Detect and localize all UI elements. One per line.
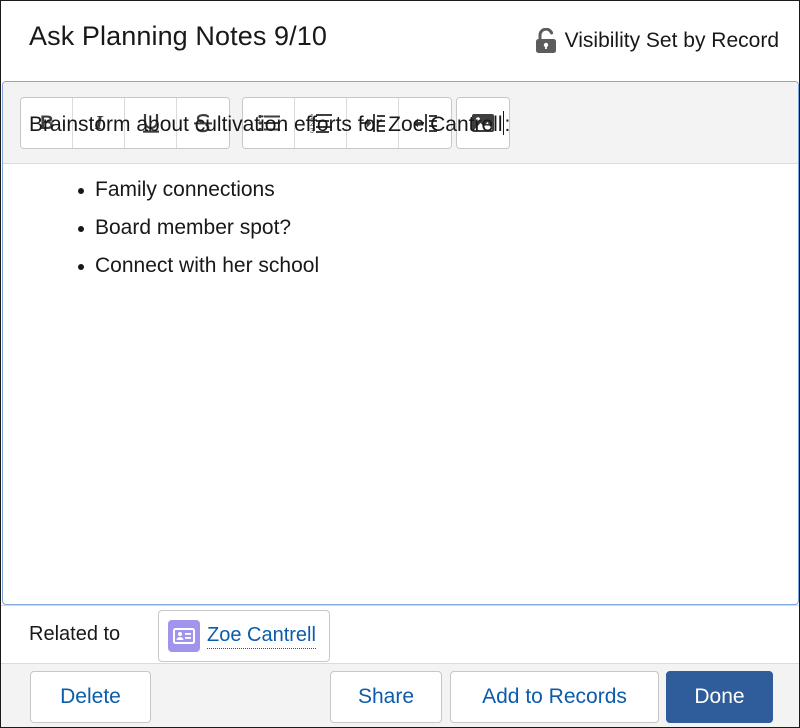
list-item: Connect with her school [78, 253, 769, 291]
visibility-indicator: Visibility Set by Record [535, 28, 779, 54]
add-to-records-button[interactable]: Add to Records [450, 671, 659, 723]
list-item: Board member spot? [78, 215, 769, 253]
share-button[interactable]: Share [330, 671, 442, 723]
related-to-label: Related to [29, 623, 121, 645]
related-record-pill[interactable]: Zoe Cantrell [158, 610, 330, 662]
related-to-bar: Related to Zoe Cantrell [1, 605, 799, 663]
visibility-label: Visibility Set by Record [564, 29, 779, 52]
text-cursor [502, 111, 504, 135]
note-paragraph: Brainstorm about cultivation efforts for… [29, 111, 769, 137]
paragraph-end: : [504, 113, 511, 136]
note-body[interactable]: Brainstorm about cultivation efforts for… [29, 111, 769, 291]
note-composer-window: Ask Planning Notes 9/10 Visibility Set b… [0, 0, 800, 728]
note-title[interactable]: Ask Planning Notes 9/10 [29, 21, 327, 52]
composer-header: Ask Planning Notes 9/10 Visibility Set b… [1, 1, 799, 81]
list-item: Family connections [78, 177, 769, 215]
delete-button[interactable]: Delete [30, 671, 151, 723]
note-bullet-list: Family connections Board member spot? Co… [29, 177, 769, 291]
done-button[interactable]: Done [666, 671, 773, 723]
composer-footer: Delete Share Add to Records Done [1, 663, 799, 727]
contact-card-icon [168, 620, 200, 652]
paragraph-text: Brainstorm about cultivation efforts for… [29, 113, 503, 136]
unlock-icon [535, 28, 557, 54]
related-record-link[interactable]: Zoe Cantrell [207, 624, 316, 649]
